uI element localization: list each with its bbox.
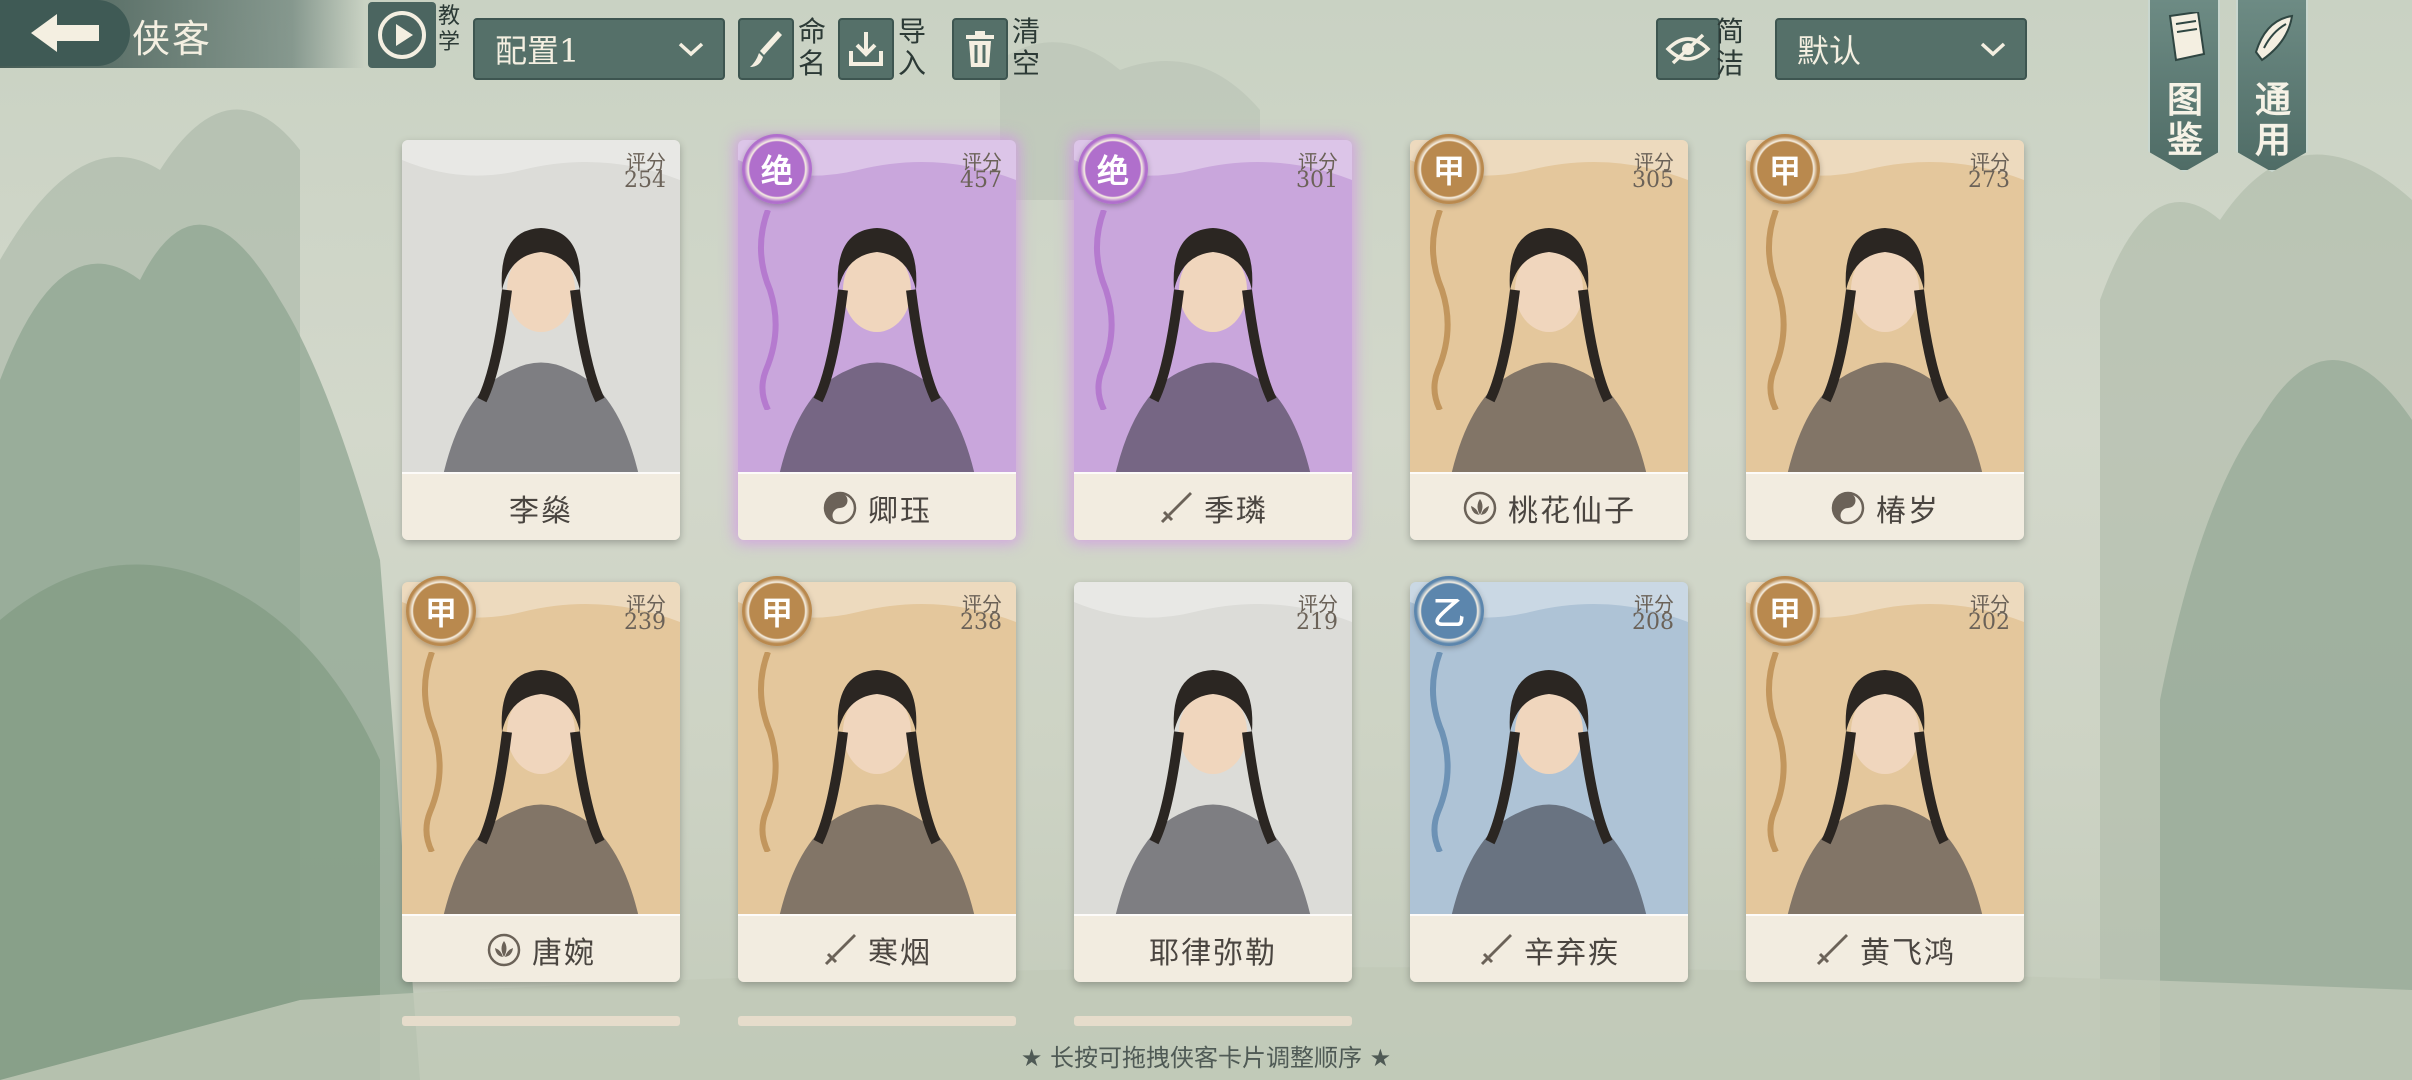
brush-icon bbox=[750, 31, 782, 67]
gallery-label: 图鉴 bbox=[2166, 79, 2203, 161]
hero-name-bar: 卿珏 bbox=[738, 472, 1016, 540]
hero-name-bar: 椿岁 bbox=[1746, 472, 2024, 540]
grade-badge: 绝 bbox=[742, 134, 812, 204]
grade-ribbon bbox=[1766, 652, 1787, 852]
gallery-banner-button[interactable]: 图鉴 bbox=[2148, 0, 2220, 172]
simple-view-button[interactable] bbox=[1656, 18, 1720, 80]
taiji-icon bbox=[823, 491, 857, 525]
hero-name-bar: 辛弃疾 bbox=[1410, 914, 1688, 982]
hero-card[interactable]: 评分 219 耶律弥勒 bbox=[1074, 582, 1352, 982]
tutorial-button[interactable] bbox=[368, 2, 436, 68]
hero-name: 耶律弥勒 bbox=[1149, 936, 1277, 971]
sort-select-value: 默认 bbox=[1797, 32, 1862, 70]
hero-name: 李燊 bbox=[509, 494, 573, 529]
grade-badge: 甲 bbox=[742, 576, 812, 646]
hero-score: 208 bbox=[1632, 610, 1674, 635]
hero-name-bar: 季璘 bbox=[1074, 472, 1352, 540]
sort-select[interactable]: 默认 bbox=[1775, 18, 2027, 80]
clear-button[interactable] bbox=[952, 18, 1008, 80]
scroll-icon bbox=[2254, 14, 2294, 62]
sword-icon bbox=[1480, 934, 1512, 966]
sword-icon bbox=[1160, 492, 1192, 524]
hero-score: 305 bbox=[1632, 168, 1674, 193]
back-button[interactable] bbox=[0, 0, 130, 66]
page-title: 侠客 bbox=[132, 17, 213, 61]
hero-name-bar: 唐婉 bbox=[402, 914, 680, 982]
hero-score: 457 bbox=[960, 168, 1002, 193]
grade-ribbon bbox=[758, 210, 779, 410]
lotus-icon bbox=[487, 933, 521, 967]
grade-badge: 甲 bbox=[406, 576, 476, 646]
card-row-peek bbox=[738, 1016, 1016, 1026]
hero-name-bar: 寒烟 bbox=[738, 914, 1016, 982]
hero-score: 219 bbox=[1296, 610, 1338, 635]
hero-score: 254 bbox=[624, 168, 666, 193]
import-button[interactable] bbox=[838, 18, 894, 80]
common-label: 通用 bbox=[2254, 79, 2291, 161]
hero-name: 椿岁 bbox=[1876, 494, 1940, 529]
grade-ribbon bbox=[1094, 210, 1115, 410]
grade-badge: 乙 bbox=[1414, 576, 1484, 646]
eye-slash-icon bbox=[1665, 33, 1711, 65]
grade-ribbon bbox=[1430, 652, 1451, 852]
clear-label: 清空 bbox=[1012, 15, 1041, 80]
download-icon bbox=[849, 32, 883, 66]
chevron-down-icon bbox=[678, 42, 704, 57]
hero-name: 辛弃疾 bbox=[1524, 936, 1620, 971]
trash-icon bbox=[966, 31, 994, 67]
hero-name-bar: 耶律弥勒 bbox=[1074, 914, 1352, 982]
config-select-value: 配置1 bbox=[495, 32, 580, 70]
card-row-peek bbox=[1074, 1016, 1352, 1026]
hero-card[interactable]: 评分 254 李燊 bbox=[402, 140, 680, 540]
grade-badge: 甲 bbox=[1414, 134, 1484, 204]
chevron-down-icon bbox=[1980, 42, 2006, 57]
taiji-icon bbox=[1831, 491, 1865, 525]
rename-button[interactable] bbox=[738, 18, 794, 80]
grade-badge: 甲 bbox=[1750, 576, 1820, 646]
grade-ribbon bbox=[758, 652, 779, 852]
hero-name-bar: 李燊 bbox=[402, 472, 680, 540]
hero-name: 卿珏 bbox=[868, 494, 932, 529]
hero-name-bar: 桃花仙子 bbox=[1410, 472, 1688, 540]
sword-icon bbox=[1816, 934, 1848, 966]
hero-score: 273 bbox=[1968, 168, 2010, 193]
back-arrow-icon bbox=[31, 14, 99, 52]
grade-badge: 绝 bbox=[1078, 134, 1148, 204]
hero-score: 238 bbox=[960, 610, 1002, 635]
sword-icon bbox=[824, 934, 856, 966]
card-row-peek bbox=[402, 1016, 680, 1026]
hero-score: 239 bbox=[624, 610, 666, 635]
common-banner-button[interactable]: 通用 bbox=[2236, 0, 2308, 172]
rename-label: 命名 bbox=[798, 15, 827, 80]
config-select[interactable]: 配置1 bbox=[473, 18, 725, 80]
hero-name-bar: 黄飞鸿 bbox=[1746, 914, 2024, 982]
grade-ribbon bbox=[422, 652, 443, 852]
drag-hint-text: ★ 长按可拖拽侠客卡片调整顺序 ★ bbox=[1020, 1044, 1392, 1072]
import-label: 导入 bbox=[898, 15, 927, 80]
hero-name: 寒烟 bbox=[868, 936, 932, 971]
book-icon bbox=[2168, 12, 2206, 62]
hero-name: 季璘 bbox=[1204, 494, 1268, 529]
play-icon bbox=[378, 11, 426, 59]
hero-score: 301 bbox=[1296, 168, 1338, 193]
grade-badge: 甲 bbox=[1750, 134, 1820, 204]
grade-ribbon bbox=[1430, 210, 1451, 410]
hero-score: 202 bbox=[1968, 610, 2010, 635]
lotus-icon bbox=[1463, 491, 1497, 525]
hero-name: 唐婉 bbox=[532, 936, 596, 971]
tutorial-label: 教学 bbox=[438, 4, 461, 55]
grade-ribbon bbox=[1766, 210, 1787, 410]
simple-view-label: 简洁 bbox=[1716, 15, 1745, 80]
hero-name: 桃花仙子 bbox=[1508, 494, 1636, 529]
hero-name: 黄飞鸿 bbox=[1860, 936, 1956, 971]
